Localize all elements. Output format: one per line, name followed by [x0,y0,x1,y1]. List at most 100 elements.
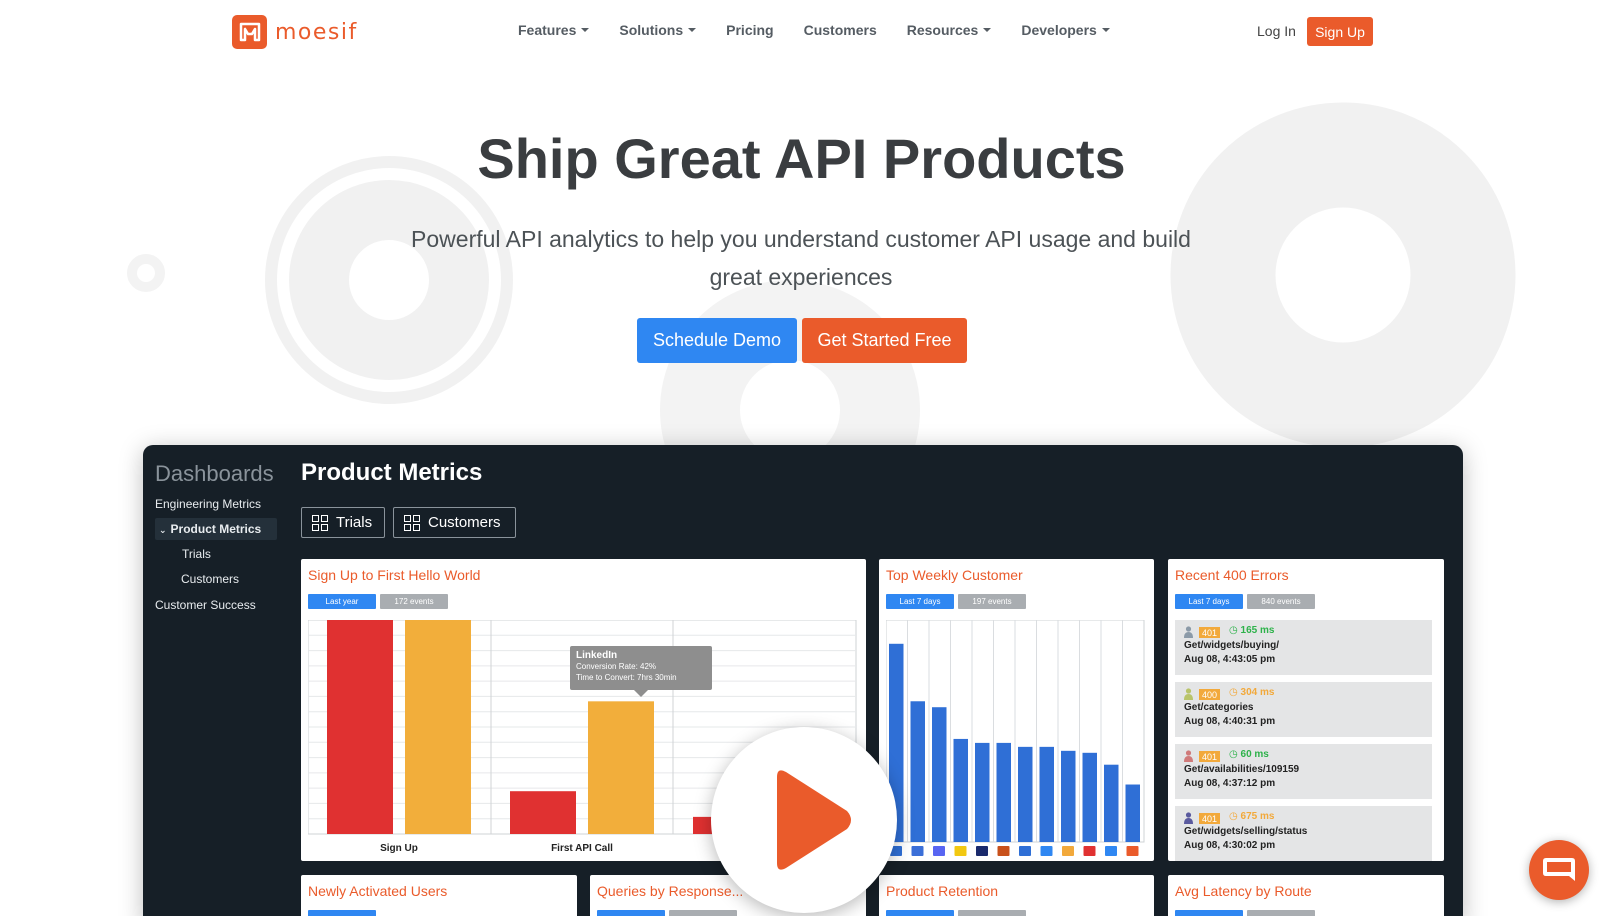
get-started-free-button[interactable]: Get Started Free [802,318,967,363]
bar[interactable] [975,742,990,842]
brand-logo[interactable]: moesif [232,15,358,49]
latency-text: 165 ms [1240,625,1275,636]
status-code-badge: 401 [1199,627,1221,638]
hero-title: Ship Great API Products [477,127,1126,190]
error-list-item[interactable]: 401 ◷ 60 ms Get/availabilities/109159 Aug 0… [1175,744,1432,799]
bar[interactable] [1125,784,1141,842]
signup-button[interactable]: Sign Up [1307,17,1373,46]
latency-value: ◷ 304 ms [1229,687,1274,698]
bar[interactable] [996,742,1012,842]
chat-bubble-icon [1543,858,1575,881]
customer-logo-icon [1062,846,1074,856]
user-icon [1184,626,1193,638]
sidebar-item-customer-success[interactable]: Customer Success [155,598,256,612]
menu-item-label: Solutions [619,22,684,38]
event-count-tag: 197 events [958,594,1026,609]
bar[interactable] [1104,764,1119,842]
menu-item-label: Features [518,22,577,38]
request-path: Get/widgets/buying/ [1184,640,1280,651]
bar[interactable] [1039,746,1055,842]
landing-page: moesif Features Solutions Pricing Customers… [0,0,1603,916]
customer-logo-icon [1040,846,1053,856]
bar[interactable] [910,701,926,842]
status-code-badge: 401 [1199,813,1221,824]
schedule-demo-button[interactable]: Schedule Demo [637,318,797,363]
card-title: Newly Activated Users [308,883,448,899]
menu-item-label: Developers [1021,22,1097,38]
sidebar-item-engineering-metrics[interactable]: Engineering Metrics [155,497,261,511]
tooltip-time-to-convert: Time to Convert: 7hrs 30min [576,673,677,682]
tab-trials[interactable]: Trials [301,507,385,538]
bar[interactable] [1061,750,1076,842]
bar[interactable] [1018,746,1033,842]
chat-widget-button[interactable] [1529,840,1589,900]
error-list-item[interactable]: 401 ◷ 675 ms Get/widgets/selling/status Aug… [1175,806,1432,861]
grid-icon [404,514,420,531]
sidebar-item-label: Product Metrics [170,522,262,536]
request-timestamp: Aug 08, 4:30:02 pm [1184,840,1276,851]
card-title: Avg Latency by Route [1175,883,1312,899]
bar[interactable] [588,701,654,834]
user-icon [1184,812,1193,824]
grid-icon [312,514,328,531]
caret-down-icon [1101,28,1110,32]
card-title: Recent 400 Errors [1175,567,1289,583]
customer-logo-icon [1126,846,1139,856]
card-recent-errors[interactable]: Recent 400 Errors Last 7 days 840 events… [1168,559,1444,861]
card-newly-activated-users[interactable]: Newly Activated Users [301,875,577,916]
menu-item-label: Customers [803,22,877,38]
time-range-tag[interactable]: Last 7 days [1175,594,1243,609]
time-range-tag[interactable]: Last 7 days [886,594,954,609]
error-list-item[interactable]: 401 ◷ 165 ms Get/widgets/buying/Aug 08, 4:… [1175,620,1432,675]
card-product-retention[interactable]: Product Retention [879,875,1154,916]
time-range-tag[interactable] [597,910,665,916]
user-icon [1184,750,1193,762]
event-count-tag: 172 events [380,594,448,609]
request-path: Get/widgets/selling/status [1184,826,1308,837]
customer-logo-icon [911,846,924,856]
request-timestamp: Aug 08, 4:37:12 pm [1184,778,1276,789]
bar[interactable] [1082,752,1098,842]
latency-text: 675 ms [1240,811,1275,822]
menu-resources[interactable]: Resources [907,22,992,38]
card-title: Top Weekly Customer [886,567,1023,583]
customer-logo-icon [1019,846,1031,856]
tooltip-conversion-rate: Conversion Rate: 42% [576,662,657,671]
sidebar-item-customers[interactable]: Customers [181,572,239,586]
caret-down-icon [581,28,590,32]
customer-logo-icon [1105,846,1117,856]
play-video-button[interactable] [711,727,897,913]
card-title: Sign Up to First Hello World [308,567,481,583]
time-range-tag[interactable]: Last year [308,594,376,609]
bar[interactable] [405,620,471,834]
card-title: Product Retention [886,883,999,899]
tab-label: Customers [428,514,501,531]
sidebar-item-trials[interactable]: Trials [182,547,211,561]
request-timestamp: Aug 08, 4:40:31 pm [1184,716,1276,727]
menu-features[interactable]: Features [518,22,590,38]
menu-solutions[interactable]: Solutions [619,22,697,38]
bar[interactable] [510,791,576,834]
moesif-logo-icon [232,15,267,49]
bar[interactable] [953,738,969,842]
latency-value: ◷ 165 ms [1229,625,1274,636]
card-avg-latency-by-route[interactable]: Avg Latency by Route [1168,875,1444,916]
menu-customers[interactable]: Customers [804,22,877,38]
sidebar-item-product-metrics[interactable]: ⌄ Product Metrics [159,522,261,536]
customer-logo-icon [954,846,967,856]
bar[interactable] [327,620,393,834]
time-range-tag[interactable] [1175,910,1243,916]
bar[interactable] [932,707,947,842]
time-range-tag[interactable] [308,910,376,916]
top-nav: moesif Features Solutions Pricing Customers… [0,0,1603,64]
tab-customers[interactable]: Customers [393,507,516,538]
caret-down-icon [983,28,992,32]
card-top-weekly-customer[interactable]: Top Weekly Customer Last 7 days 197 even… [879,559,1154,861]
tooltip-title: LinkedIn [576,650,618,661]
menu-developers[interactable]: Developers [1021,22,1110,38]
x-tick-label: Sign Up [380,843,418,854]
login-link[interactable]: Log In [1257,23,1296,39]
chevron-down-icon: ⌄ [159,525,167,535]
menu-pricing[interactable]: Pricing [726,22,773,38]
error-list-item[interactable]: 400 ◷ 304 ms Get/categories Aug 08, 4:40:31… [1175,682,1432,737]
